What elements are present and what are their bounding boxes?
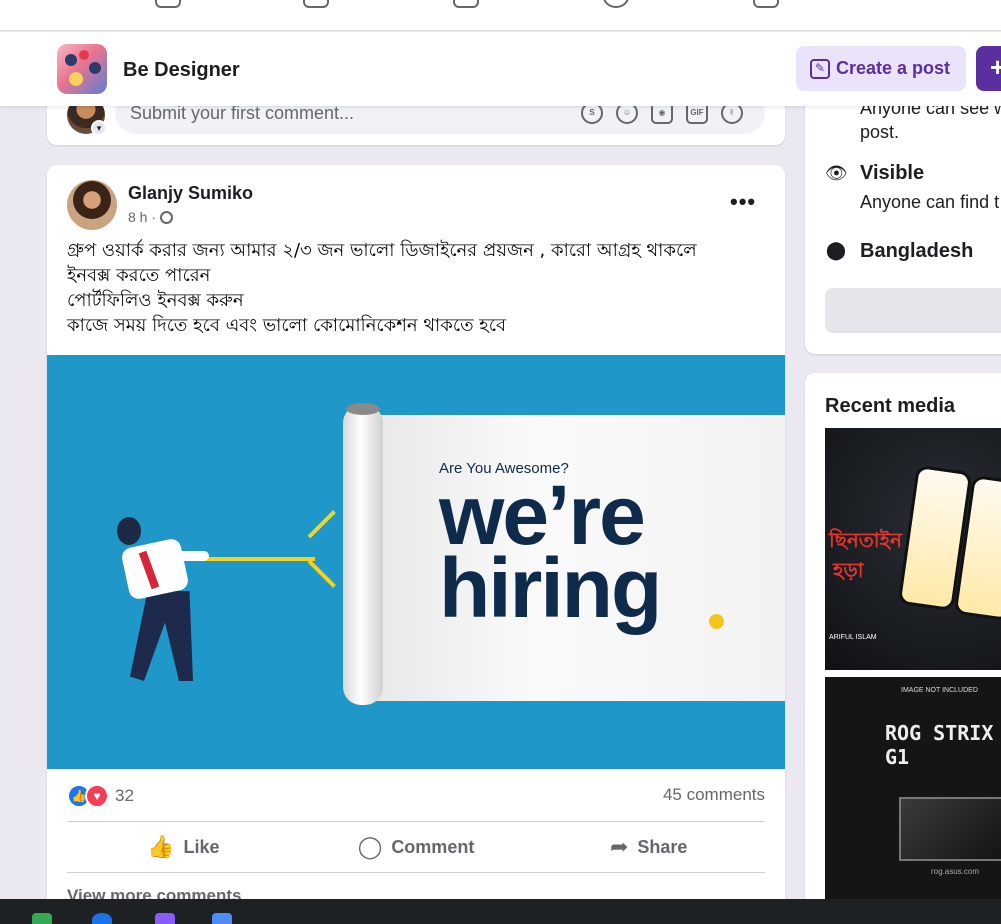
post-text-line: পোর্টফিলিও ইনবক্স করুন bbox=[67, 290, 244, 311]
location-text: Bangladesh bbox=[860, 240, 974, 262]
thumbs-up-icon: 👍 bbox=[147, 834, 175, 859]
reactions[interactable]: 👍 ♥ 32 bbox=[67, 784, 134, 808]
media-item[interactable]: ছিনতাইন হড়া ARIFUL ISLAM bbox=[825, 428, 1001, 670]
media-title: ROG STRIX G1 bbox=[885, 721, 994, 769]
post-image[interactable]: Are You Awesome? we’re hiring bbox=[47, 355, 785, 769]
reaction-count: 32 bbox=[115, 786, 134, 805]
comment-button[interactable]: ◯ Comment bbox=[300, 822, 533, 872]
post-text: গ্রুপ ওয়ার্ক করার জন্য আমার ২/৩ জন ভালো… bbox=[67, 238, 767, 338]
share-icon: ➦ bbox=[609, 834, 629, 859]
post-text-line: কাজে সময় দিতে হবে এবং ভালো কোমোনিকেশন থ… bbox=[67, 315, 507, 336]
app-icon[interactable] bbox=[212, 913, 232, 924]
recent-media-title: Recent media bbox=[825, 395, 956, 417]
taskbar bbox=[0, 899, 1001, 924]
media-label: হড়া bbox=[833, 558, 864, 582]
location-icon: ⬤ bbox=[825, 240, 847, 260]
comment-icon: ◯ bbox=[357, 834, 383, 859]
privacy-text: post. bbox=[860, 122, 900, 142]
post-stats: 👍 ♥ 32 45 comments bbox=[67, 783, 765, 813]
visible-text: Anyone can find t bbox=[860, 192, 1000, 212]
image-dot bbox=[709, 614, 724, 629]
comment-label: Comment bbox=[391, 836, 475, 857]
post-meta: 8 h · bbox=[128, 209, 174, 225]
drive-icon[interactable] bbox=[32, 913, 52, 924]
share-label: Share bbox=[637, 836, 688, 857]
share-button[interactable]: ➦ Share bbox=[532, 822, 765, 872]
author-avatar[interactable] bbox=[67, 180, 117, 230]
media-caption: ARIFUL ISLAM bbox=[829, 634, 877, 641]
rope bbox=[205, 557, 315, 561]
comment-count[interactable]: 45 comments bbox=[663, 785, 765, 805]
rope bbox=[307, 510, 336, 539]
chevron-down-icon[interactable]: ▾ bbox=[91, 120, 107, 136]
media-item[interactable]: IMAGE NOT INCLUDED ROG STRIX G1 rog.asus… bbox=[825, 677, 1001, 907]
image-headline-2: hiring bbox=[439, 541, 662, 635]
post-text-line: ইনবক্স করতে পারেন bbox=[67, 265, 211, 286]
author-name[interactable]: Glanjy Sumiko bbox=[128, 183, 253, 204]
add-button[interactable]: + bbox=[976, 46, 1001, 91]
visible-title: Visible bbox=[860, 162, 925, 184]
about-card: Anyone can see w post. 👁 Visible Anyone … bbox=[805, 70, 1001, 354]
app-icon[interactable] bbox=[155, 913, 175, 924]
home-icon[interactable] bbox=[155, 0, 181, 8]
man-illustration-head bbox=[117, 517, 141, 545]
media-caption: rog.asus.com bbox=[931, 867, 980, 876]
paper-roll bbox=[343, 403, 383, 705]
create-post-label: Create a post bbox=[836, 58, 951, 78]
media-caption: IMAGE NOT INCLUDED bbox=[901, 687, 978, 694]
group-thumbnail[interactable] bbox=[57, 44, 107, 94]
rope bbox=[307, 559, 336, 588]
post-time[interactable]: 8 h · bbox=[128, 209, 156, 225]
media-label: ছিনতাইন bbox=[829, 528, 902, 552]
post-text-line: গ্রুপ ওয়ার্ক করার জন্য আমার ২/৩ জন ভালো… bbox=[67, 240, 697, 261]
comment-placeholder: Submit your first comment... bbox=[130, 103, 355, 123]
more-options-icon[interactable]: ••• bbox=[730, 189, 756, 215]
group-header: Be Designer ✎ Create a post + bbox=[0, 32, 1001, 106]
gaming-icon[interactable] bbox=[753, 0, 779, 8]
like-label: Like bbox=[183, 836, 220, 857]
edit-icon: ✎ bbox=[810, 58, 830, 79]
eye-icon: 👁 bbox=[825, 163, 848, 183]
app-icon[interactable] bbox=[92, 913, 112, 924]
learn-more-button[interactable] bbox=[825, 288, 1001, 333]
man-illustration-arm bbox=[167, 551, 209, 561]
love-reaction-icon: ♥ bbox=[85, 784, 109, 808]
globe-icon bbox=[160, 210, 174, 224]
post-card: Glanjy Sumiko 8 h · ••• গ্রুপ ওয়ার্ক কর… bbox=[47, 165, 785, 924]
create-post-button[interactable]: ✎ Create a post bbox=[796, 46, 966, 91]
top-navigation bbox=[0, 0, 1001, 31]
post-actions: 👍 Like ◯ Comment ➦ Share bbox=[67, 821, 765, 873]
like-button[interactable]: 👍 Like bbox=[67, 822, 300, 872]
man-illustration-legs bbox=[130, 591, 193, 681]
group-name[interactable]: Be Designer bbox=[123, 59, 240, 82]
laptop-image bbox=[899, 797, 1001, 861]
watch-icon[interactable] bbox=[453, 0, 479, 8]
recent-media-card: Recent media ছিনতাইন হড়া ARIFUL ISLAM I… bbox=[805, 373, 1001, 924]
groups-icon[interactable] bbox=[603, 0, 629, 8]
friends-icon[interactable] bbox=[303, 0, 329, 8]
